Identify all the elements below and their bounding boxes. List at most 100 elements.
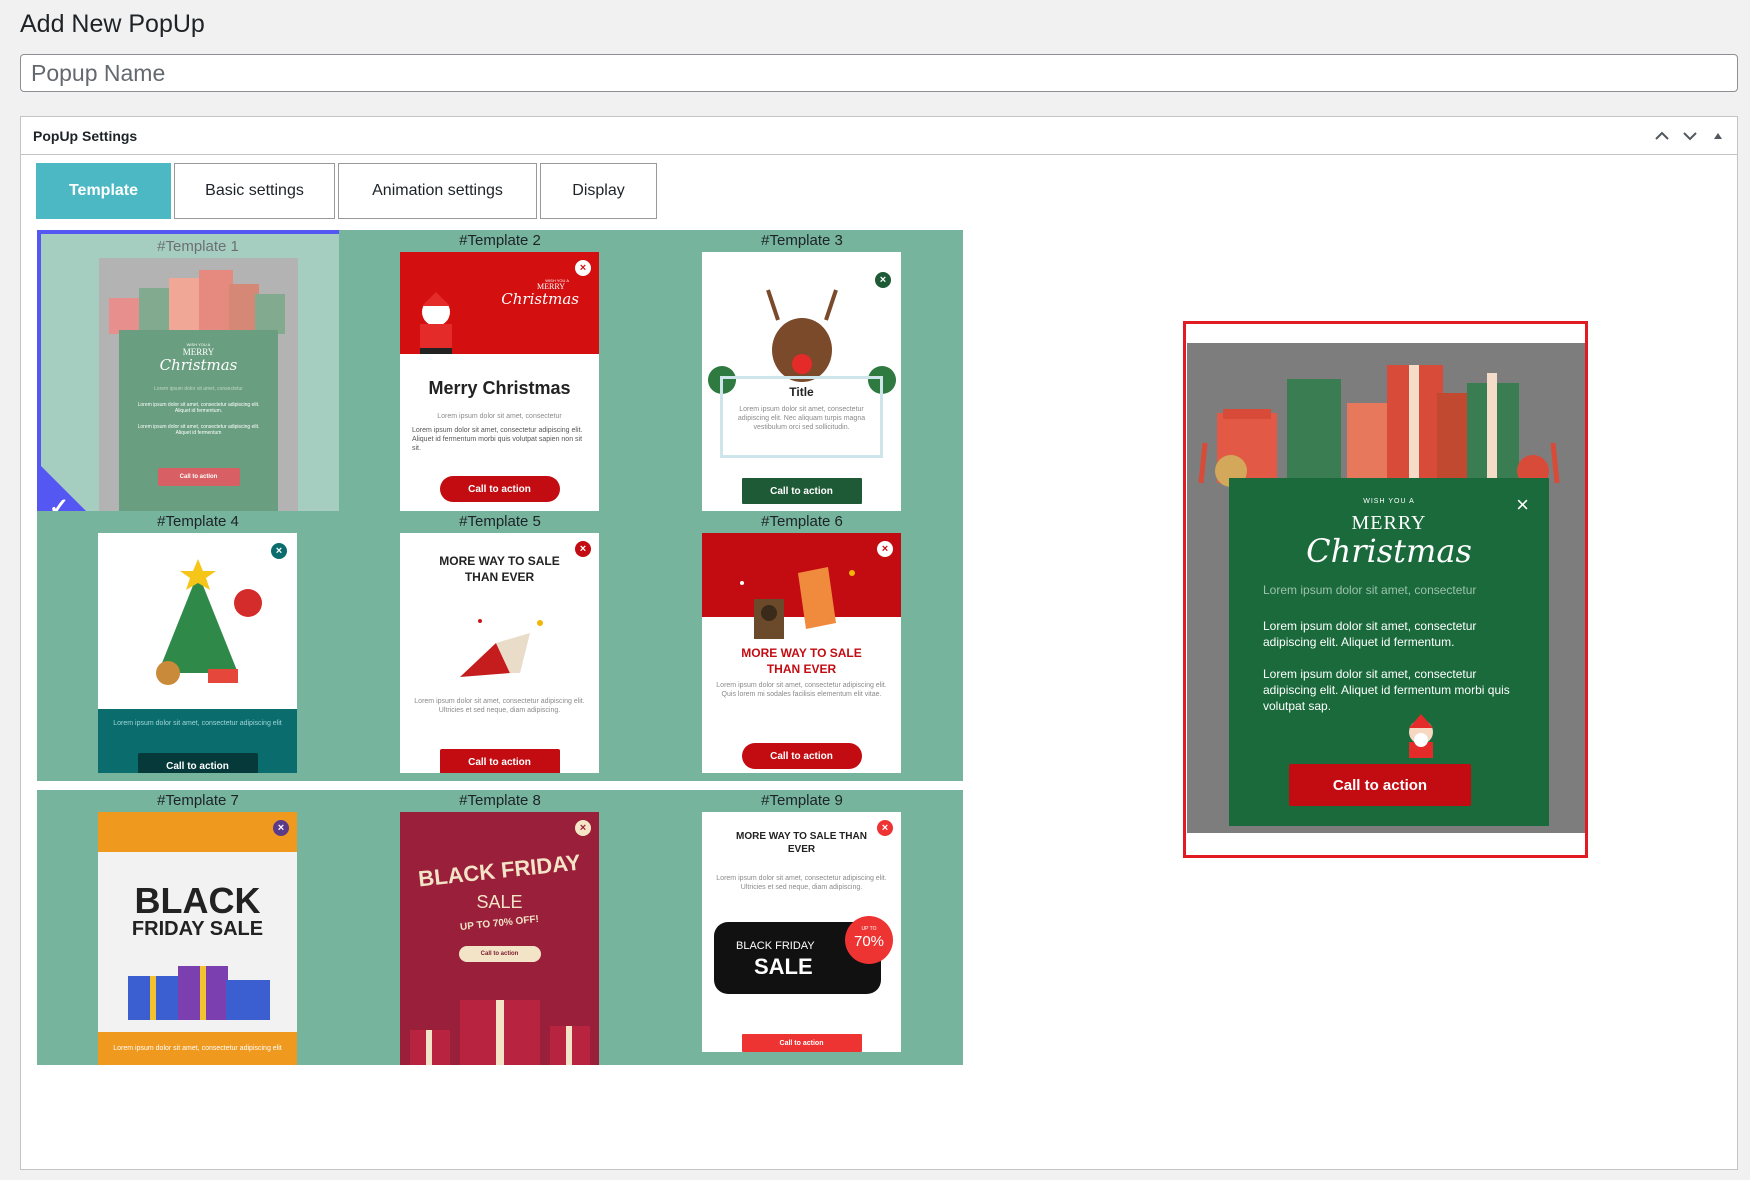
mini-text-1: Lorem ipsum dolor sit amet, consectetur … bbox=[113, 720, 282, 727]
preview-text-2: Lorem ipsum dolor sit amet, consectetur … bbox=[1263, 619, 1477, 649]
mini-heading: MORE WAY TO SALE THAN EVER bbox=[439, 554, 560, 584]
mini-cta-button: Call to action bbox=[741, 1034, 862, 1052]
tab-animation-settings[interactable]: Animation settings bbox=[338, 163, 537, 219]
template-card-6[interactable]: #Template 6 × MORE WAY TO SALE THAN EVER… bbox=[641, 511, 963, 781]
mini-big-subtitle: FRIDAY SALE bbox=[131, 918, 264, 940]
mini-christmas: Christmas bbox=[501, 290, 579, 308]
close-icon: × bbox=[575, 541, 591, 557]
template-thumbnail: × MORE WAY TO SALE THAN EVER Lorem ipsum… bbox=[702, 533, 901, 773]
mini-text-1: Lorem ipsum dolor sit amet, consectetur … bbox=[414, 698, 585, 714]
mini-text-2: Lorem ipsum dolor sit amet, consectetur … bbox=[137, 402, 260, 414]
template-label: #Template 4 bbox=[157, 513, 239, 530]
template-label: #Template 3 bbox=[761, 232, 843, 249]
mini-cta-button: Call to action bbox=[137, 753, 258, 773]
mini-text-1: Lorem ipsum dolor sit amet, consectetur bbox=[154, 386, 243, 392]
mini-heading: MORE WAY TO SALE THAN EVER bbox=[741, 646, 862, 676]
mini-heading: Title bbox=[789, 385, 814, 399]
box-handle-actions bbox=[1649, 123, 1731, 149]
template-thumbnail: WISH YOU A MERRY Christmas × Merry Chris… bbox=[400, 252, 599, 518]
mini-big-subtitle: SALE bbox=[754, 954, 813, 979]
chevron-down-icon[interactable] bbox=[1677, 123, 1703, 149]
chevron-up-icon[interactable] bbox=[1649, 123, 1675, 149]
christmas-tree-illustration bbox=[156, 559, 262, 685]
tab-basic-settings[interactable]: Basic settings bbox=[174, 163, 335, 219]
mini-header: WISH YOU A MERRY Christmas bbox=[400, 252, 599, 354]
close-icon: × bbox=[575, 260, 591, 276]
dancing-character-illustration bbox=[740, 567, 855, 639]
template-card-2[interactable]: #Template 2 WISH YOU A MERRY Christmas ×… bbox=[339, 230, 661, 530]
mini-heading: MORE WAY TO SALE THAN EVER bbox=[736, 831, 867, 855]
mini-text-1: Lorem ipsum dolor sit amet, consectetur … bbox=[716, 682, 887, 698]
badge-value: 70% bbox=[853, 933, 885, 950]
template-card-3[interactable]: #Template 3 × Title Lorem ipsum dolor si… bbox=[641, 230, 963, 530]
template-label: #Template 8 bbox=[459, 792, 541, 809]
santa-icon bbox=[1409, 714, 1433, 758]
template-card-1[interactable]: #Template 1 WISH YOU A MERRY Christmas L… bbox=[37, 230, 359, 530]
preview-backdrop: × WISH YOU A MERRY Christmas Lorem ipsum… bbox=[1187, 343, 1585, 833]
mini-big-title: BLACK bbox=[134, 880, 261, 921]
close-icon: × bbox=[273, 820, 289, 836]
close-icon: × bbox=[877, 541, 893, 557]
template-label: #Template 6 bbox=[761, 513, 843, 530]
mini-popup-card: WISH YOU A MERRY Christmas Lorem ipsum d… bbox=[119, 330, 278, 520]
mini-text-1: Lorem ipsum dolor sit amet, consectetur … bbox=[737, 406, 866, 431]
template-thumbnail: × MORE WAY TO SALE THAN EVER Lorem ipsum… bbox=[702, 812, 901, 1052]
close-icon: × bbox=[877, 820, 893, 836]
template-card-7[interactable]: #Template 7 × BLACK FRIDAY SALE Lorem ip… bbox=[37, 790, 359, 1065]
close-icon: × bbox=[271, 543, 287, 559]
mini-big-title: BLACK FRIDAY bbox=[736, 940, 815, 952]
mini-text-2: Lorem ipsum dolor sit amet, consectetur … bbox=[412, 427, 583, 452]
mini-cta-button: Call to action bbox=[741, 743, 862, 769]
mini-text-3: Lorem ipsum dolor sit amet, consectetur … bbox=[137, 424, 260, 436]
preview-popup-card: × WISH YOU A MERRY Christmas Lorem ipsum… bbox=[1229, 478, 1549, 826]
settings-box-header: PopUp Settings bbox=[21, 117, 1737, 155]
template-card-8[interactable]: #Template 8 × BLACK FRIDAY SALE UP TO 70… bbox=[339, 790, 661, 1065]
template-label: #Template 1 bbox=[157, 238, 239, 255]
close-icon: × bbox=[575, 820, 591, 836]
party-hat-illustration bbox=[460, 619, 543, 677]
page-title: Add New PopUp bbox=[20, 10, 205, 38]
template-label: #Template 7 bbox=[157, 792, 239, 809]
discount-badge: UP TO 70% bbox=[845, 916, 893, 964]
template-grid: #Template 1 WISH YOU A MERRY Christmas L… bbox=[37, 230, 1037, 1160]
template-label: #Template 9 bbox=[761, 792, 843, 809]
mini-illustration-area: × bbox=[98, 533, 297, 709]
gift-boxes-illustration bbox=[109, 270, 285, 334]
mini-heading: Merry Christmas bbox=[428, 378, 571, 398]
template-card-5[interactable]: #Template 5 × MORE WAY TO SALE THAN EVER… bbox=[339, 511, 661, 781]
settings-tabs: Template Basic settings Animation settin… bbox=[36, 163, 657, 219]
template-label: #Template 5 bbox=[459, 513, 541, 530]
preview-text-3: Lorem ipsum dolor sit amet, consectetur … bbox=[1263, 667, 1510, 713]
template-label: #Template 2 bbox=[459, 232, 541, 249]
popup-name-input[interactable] bbox=[20, 54, 1738, 92]
mini-cta-button: Call to action bbox=[458, 946, 541, 962]
settings-box-title: PopUp Settings bbox=[33, 128, 138, 144]
template-preview: × WISH YOU A MERRY Christmas Lorem ipsum… bbox=[1183, 321, 1588, 858]
template-thumbnail: × BLACK FRIDAY SALE Lorem ipsum dolor si… bbox=[98, 812, 297, 1065]
mini-text-1: Lorem ipsum dolor sit amet, consectetur … bbox=[113, 1045, 282, 1052]
triangle-up-icon[interactable] bbox=[1705, 123, 1731, 149]
template-thumbnail: × Lorem ipsum dolor sit amet, consectetu… bbox=[98, 533, 297, 773]
preview-small-title: WISH YOU A bbox=[1363, 498, 1415, 505]
mini-cta-button: Call to action bbox=[439, 476, 560, 502]
template-card-9[interactable]: #Template 9 × MORE WAY TO SALE THAN EVER… bbox=[641, 790, 963, 1065]
mini-text-1: Lorem ipsum dolor sit amet, consectetur … bbox=[716, 875, 887, 891]
template-thumbnail: × BLACK FRIDAY SALE UP TO 70% OFF! Call … bbox=[400, 812, 599, 1065]
mini-christmas: Christmas bbox=[159, 356, 238, 374]
tab-template[interactable]: Template bbox=[36, 163, 171, 219]
mini-text-1: Lorem ipsum dolor sit amet, consectetur bbox=[437, 413, 562, 420]
preview-text-1: Lorem ipsum dolor sit amet, consectetur bbox=[1263, 583, 1477, 597]
mini-cta-button: Call to action bbox=[439, 749, 560, 773]
preview-christmas: Christmas bbox=[1306, 532, 1472, 570]
template-thumbnail: WISH YOU A MERRY Christmas Lorem ipsum d… bbox=[99, 258, 298, 524]
mini-big-title: BLACK FRIDAY bbox=[417, 849, 582, 892]
mini-cta-button: Call to action bbox=[741, 478, 862, 504]
santa-illustration bbox=[420, 292, 452, 354]
tab-display[interactable]: Display bbox=[540, 163, 657, 219]
mini-frame: Title Lorem ipsum dolor sit amet, consec… bbox=[720, 376, 883, 458]
template-card-4[interactable]: #Template 4 × Lorem ipsum dolor sit amet… bbox=[37, 511, 359, 781]
gift-boxes-illustration bbox=[128, 966, 270, 1020]
preview-cta-button[interactable]: Call to action bbox=[1289, 764, 1471, 806]
template-thumbnail: × Title Lorem ipsum dolor sit amet, cons… bbox=[702, 252, 901, 518]
template-thumbnail: × MORE WAY TO SALE THAN EVER Lorem ipsum… bbox=[400, 533, 599, 773]
